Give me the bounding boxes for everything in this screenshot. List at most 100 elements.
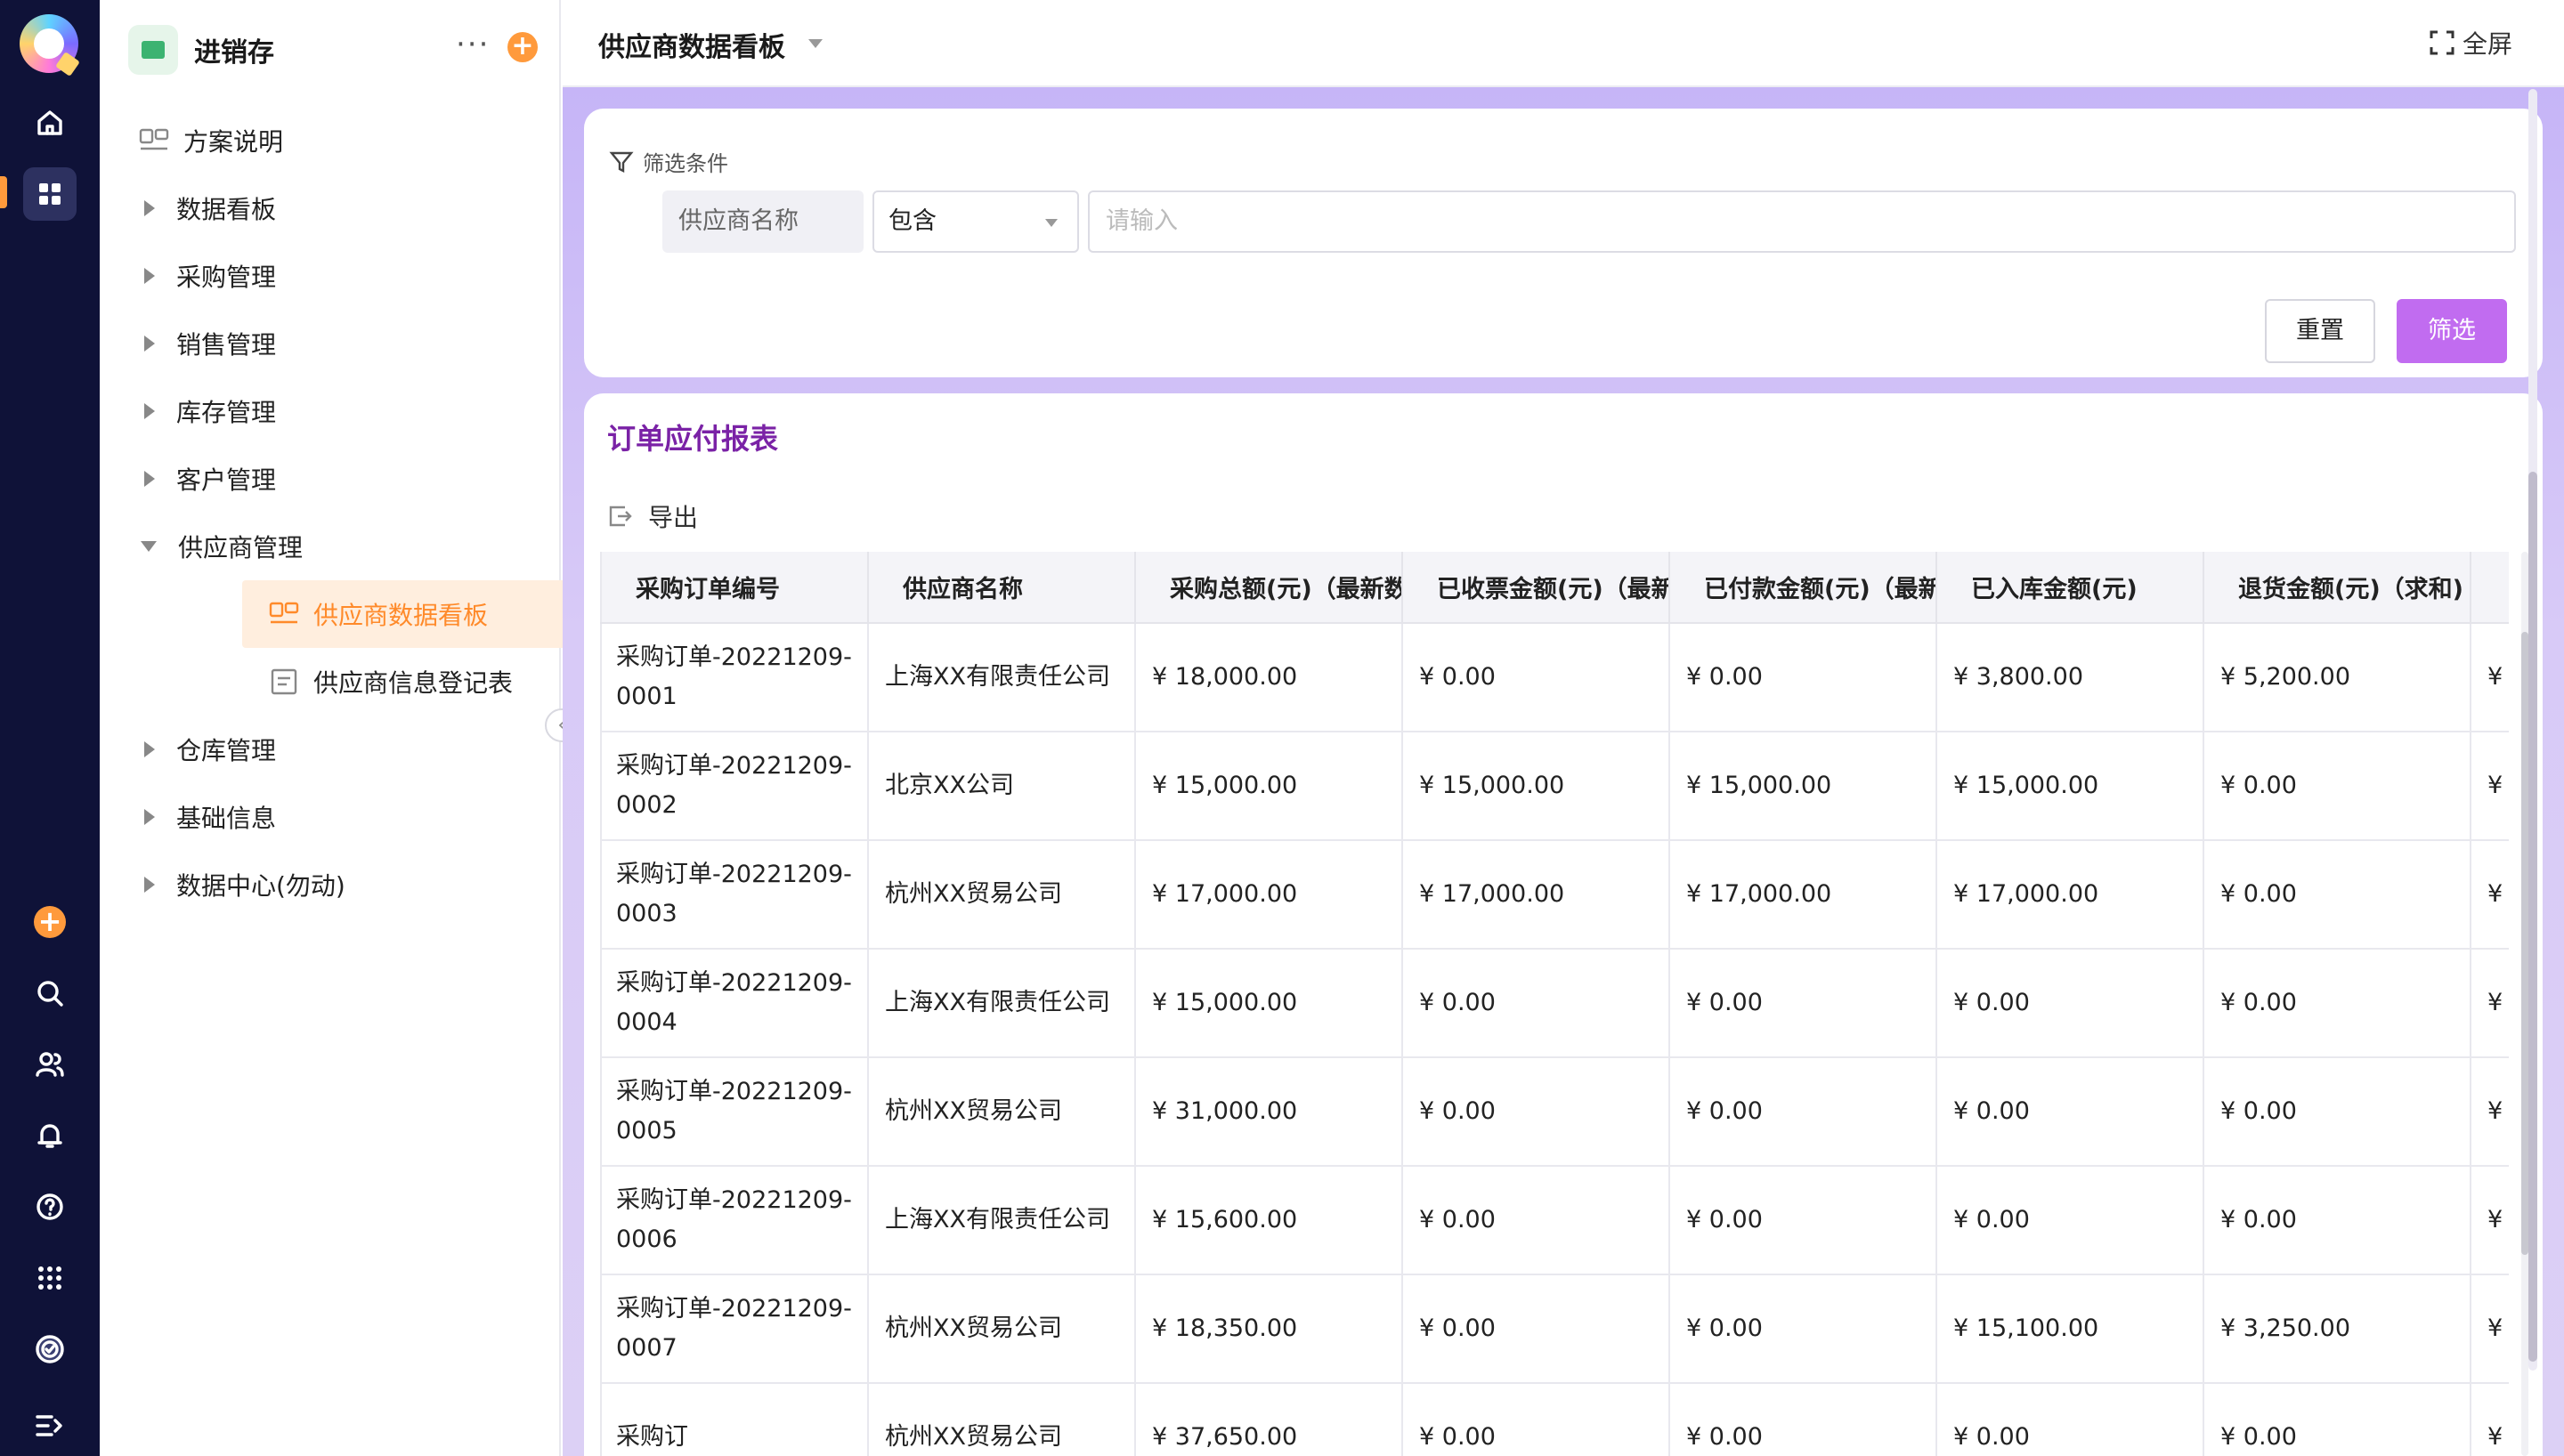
order-number-cell: 采购订单-20221209-0007: [600, 1274, 869, 1384]
add-item-icon[interactable]: +: [507, 32, 538, 62]
amount-cell: ¥ 37,650.00: [1135, 1383, 1403, 1456]
amount-cell: ¥: [2471, 623, 2509, 732]
amount-cell: ¥ 15,100.00: [1936, 1274, 2204, 1384]
export-button[interactable]: 导出: [607, 498, 698, 534]
column-header[interactable]: [2471, 552, 2509, 624]
table-row[interactable]: 采购订单-20221209-0005 杭州XX贸易公司 ¥ 31,000.00 …: [600, 1057, 2509, 1167]
nav-item-customers[interactable]: 客户管理: [128, 450, 276, 507]
app-logo[interactable]: [20, 14, 80, 77]
supplier-cell: 杭州XX贸易公司: [868, 1383, 1136, 1456]
nav-item-warehouse[interactable]: 仓库管理: [128, 721, 276, 778]
table-header-row: 采购订单编号 供应商名称 采购总额(元)（最新数 已收票金额(元)（最新 已付款…: [600, 552, 2509, 624]
table-row[interactable]: 采购订单-20221209-0007 杭州XX贸易公司 ¥ 18,350.00 …: [600, 1274, 2509, 1384]
amount-cell: ¥ 3,800.00: [1936, 623, 2204, 732]
page-scrollbar-thumb[interactable]: [2528, 472, 2537, 1362]
table-row[interactable]: 采购订单-20221209-0006 上海XX有限责任公司 ¥ 15,600.0…: [600, 1166, 2509, 1275]
filter-value-input[interactable]: 请输入: [1088, 190, 2516, 253]
dashboard-icon: [139, 128, 169, 150]
amount-cell: ¥ 0.00: [1402, 949, 1670, 1058]
add-icon[interactable]: +: [34, 906, 66, 938]
table-scrollbar-thumb[interactable]: [2521, 632, 2528, 1255]
apply-filter-button[interactable]: 筛选: [2397, 299, 2507, 363]
notifications-button[interactable]: [0, 1109, 100, 1162]
column-header[interactable]: 供应商名称: [868, 552, 1136, 624]
nav-item-purchase[interactable]: 采购管理: [128, 247, 276, 304]
search-icon: [37, 981, 63, 1007]
caret-down-icon: [141, 541, 157, 552]
column-header[interactable]: 退货金额(元)（求和): [2203, 552, 2471, 624]
page-scrollbar[interactable]: [2528, 89, 2537, 1371]
help-button[interactable]: [0, 1180, 100, 1234]
column-header[interactable]: 采购订单编号: [600, 552, 869, 624]
table-scrollbar[interactable]: [2521, 552, 2528, 1456]
caret-right-icon: [144, 877, 155, 893]
column-header[interactable]: 采购总额(元)（最新数: [1135, 552, 1403, 624]
chevron-down-icon: [1045, 219, 1058, 227]
amount-cell: ¥ 15,000.00: [1936, 732, 2204, 841]
page-title[interactable]: 供应商数据看板: [598, 25, 785, 64]
home-icon: [37, 110, 62, 135]
caret-right-icon: [144, 336, 155, 352]
caret-right-icon: [144, 471, 155, 487]
users-button[interactable]: [0, 1038, 100, 1091]
search-button[interactable]: [0, 967, 100, 1020]
amount-cell: ¥ 18,000.00: [1135, 623, 1403, 732]
nav-item-dashboard[interactable]: 数据看板: [128, 180, 276, 237]
order-number-cell: 采购订单-20221209-0004: [600, 949, 869, 1058]
amount-cell: ¥ 17,000.00: [1135, 840, 1403, 950]
caret-right-icon: [144, 403, 155, 419]
expand-menu-button[interactable]: [0, 1399, 100, 1452]
nav-item-sales[interactable]: 销售管理: [128, 315, 276, 372]
amount-cell: ¥: [2471, 1383, 2509, 1456]
order-number-cell: 采购订单-20221209-0002: [600, 732, 869, 841]
table-row[interactable]: 采购订单-20221209-0001 上海XX有限责任公司 ¥ 18,000.0…: [600, 623, 2509, 732]
table-row[interactable]: 采购订单-20221209-0002 北京XX公司 ¥ 15,000.00 ¥ …: [600, 732, 2509, 841]
supplier-cell: 杭州XX贸易公司: [868, 1274, 1136, 1384]
dashboard-icon: [269, 602, 299, 624]
column-header[interactable]: 已入库金额(元): [1936, 552, 2204, 624]
table-row[interactable]: 采购订 杭州XX贸易公司 ¥ 37,650.00 ¥ 0.00 ¥ 0.00 ¥…: [600, 1383, 2509, 1456]
column-header[interactable]: 已付款金额(元)（最新: [1669, 552, 1937, 624]
amount-cell: ¥ 17,000.00: [1402, 840, 1670, 950]
supplier-cell: 杭州XX贸易公司: [868, 840, 1136, 950]
amount-cell: ¥ 0.00: [2203, 732, 2471, 841]
active-marker: [0, 176, 7, 208]
table-row[interactable]: 采购订单-20221209-0003 杭州XX贸易公司 ¥ 17,000.00 …: [600, 840, 2509, 950]
table-row[interactable]: 采购订单-20221209-0004 上海XX有限责任公司 ¥ 15,000.0…: [600, 949, 2509, 1058]
amount-cell: ¥ 0.00: [1402, 623, 1670, 732]
filter-heading-label: 筛选条件: [643, 151, 728, 176]
filter-operator-select[interactable]: 包含: [872, 190, 1079, 253]
nav-item-basic-info[interactable]: 基础信息: [128, 789, 276, 845]
nav-item-label: 供应商管理: [178, 533, 304, 562]
amount-cell: ¥ 31,000.00: [1135, 1057, 1403, 1167]
top-bar: 供应商数据看板 全屏: [563, 0, 2564, 87]
nav-item-inventory[interactable]: 库存管理: [128, 383, 276, 440]
nav-item-scheme[interactable]: 方案说明: [128, 112, 283, 169]
apps-button[interactable]: [23, 167, 77, 221]
amount-cell: ¥ 0.00: [1669, 1057, 1937, 1167]
nav-item-suppliers[interactable]: 供应商管理: [128, 518, 303, 575]
home-button[interactable]: [0, 96, 100, 150]
nav-item-label: 销售管理: [176, 330, 277, 360]
grid-button[interactable]: [0, 1251, 100, 1305]
nav-sub-supplier-dashboard[interactable]: 供应商数据看板: [242, 580, 616, 648]
amount-cell: ¥ 15,000.00: [1135, 949, 1403, 1058]
amount-cell: ¥ 0.00: [1936, 1383, 2204, 1456]
amount-cell: ¥ 15,000.00: [1135, 732, 1403, 841]
nav-item-data-center[interactable]: 数据中心(勿动): [128, 856, 345, 913]
fullscreen-button[interactable]: 全屏: [2429, 25, 2512, 61]
filter-icon: [609, 151, 634, 173]
icon-rail: +: [0, 0, 100, 1456]
column-header[interactable]: 已收票金额(元)（最新: [1402, 552, 1670, 624]
title-dropdown-icon[interactable]: [808, 39, 823, 48]
amount-cell: ¥ 5,200.00: [2203, 623, 2471, 732]
amount-cell: ¥ 17,000.00: [1669, 840, 1937, 950]
users-icon: [36, 1052, 64, 1077]
nav-sub-label: 供应商数据看板: [313, 601, 489, 630]
amount-cell: ¥ 0.00: [1669, 1274, 1937, 1384]
more-icon[interactable]: ···: [456, 27, 490, 62]
fullscreen-label: 全屏: [2462, 29, 2512, 59]
reset-button[interactable]: 重置: [2265, 299, 2375, 363]
status-button[interactable]: [0, 1323, 100, 1376]
nav-sub-supplier-register[interactable]: 供应商信息登记表: [242, 648, 616, 716]
